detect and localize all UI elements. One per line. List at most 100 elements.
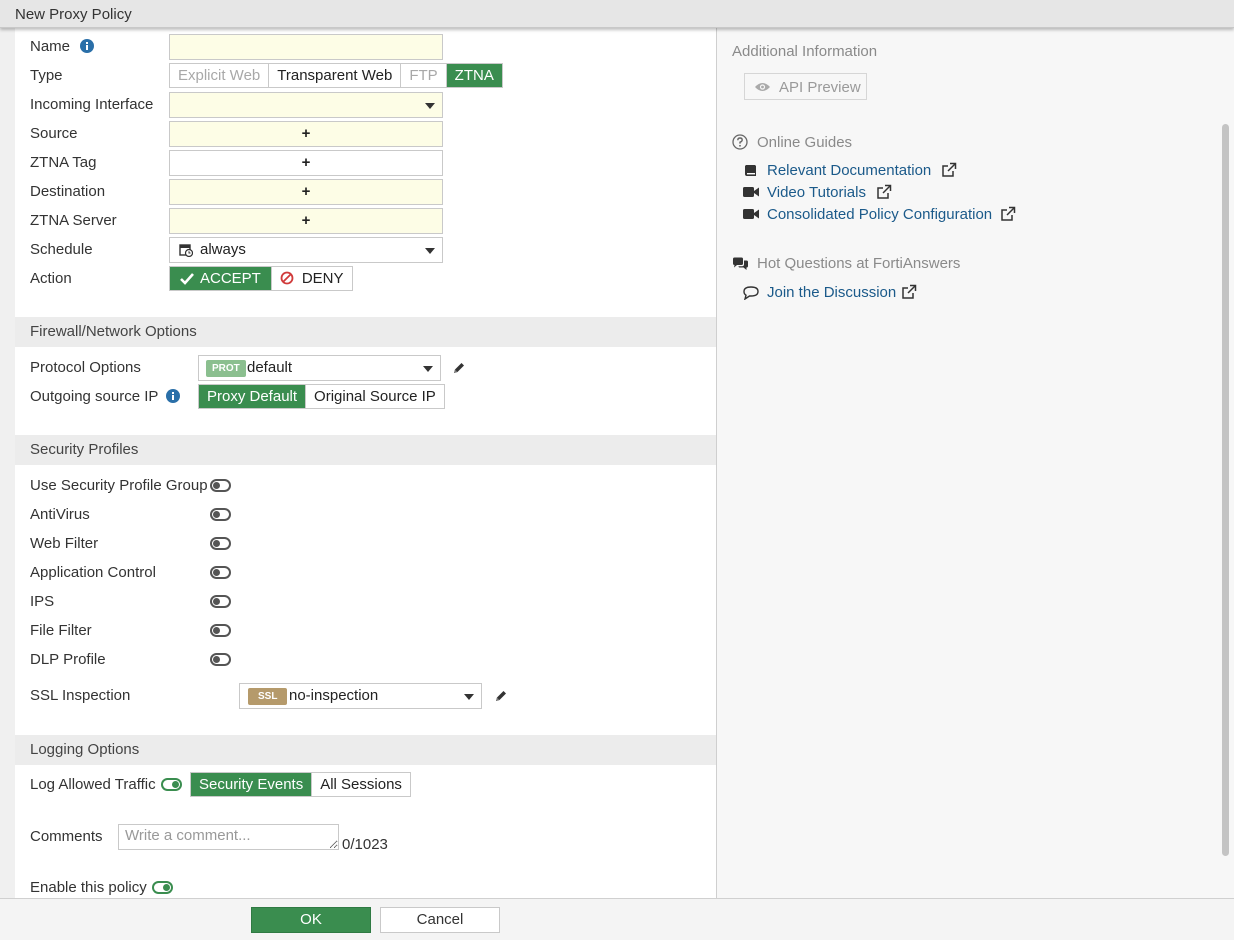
log-allowed-traffic-label: Log Allowed Traffic: [30, 776, 156, 793]
external-link-icon[interactable]: [901, 284, 917, 300]
ztna-tag-field[interactable]: +: [169, 150, 443, 176]
action-selector: ACCEPT DENY: [169, 266, 353, 291]
comments-label: Comments: [30, 828, 103, 845]
incoming-interface-label: Incoming Interface: [30, 96, 154, 113]
accept-label: ACCEPT: [200, 270, 261, 287]
edit-pencil-icon[interactable]: [452, 361, 466, 375]
logging-section-title: Logging Options: [30, 741, 140, 758]
chat-bubble-icon: [743, 286, 759, 300]
chevron-down-icon: [464, 694, 474, 700]
incoming-interface-dropdown[interactable]: [169, 92, 443, 118]
ssl-inspection-dropdown[interactable]: SSL no-inspection: [239, 683, 482, 709]
security-profile-group-toggle[interactable]: [210, 479, 231, 492]
type-option-transparent-web[interactable]: Transparent Web: [269, 64, 402, 87]
add-icon: +: [301, 154, 311, 171]
deny-label: DENY: [301, 270, 344, 287]
schedule-icon: [179, 244, 193, 257]
dialog-footer: OK Cancel: [0, 898, 1234, 940]
web-filter-toggle[interactable]: [210, 537, 231, 550]
log-allowed-traffic-toggle[interactable]: [161, 778, 182, 791]
source-field[interactable]: +: [169, 121, 443, 147]
comments-textarea[interactable]: [118, 824, 339, 850]
security-section-title: Security Profiles: [30, 441, 139, 458]
type-option-ztna[interactable]: ZTNA: [446, 64, 502, 87]
consolidated-policy-link[interactable]: Consolidated Policy Configuration: [767, 206, 992, 223]
type-selector: Explicit Web Transparent Web FTP ZTNA: [169, 63, 503, 88]
action-label: Action: [30, 270, 72, 287]
comments-icon: [733, 257, 748, 270]
question-circle-icon: [732, 134, 748, 150]
type-label: Type: [30, 67, 63, 84]
chevron-down-icon: [423, 366, 433, 372]
enable-policy-label: Enable this policy: [30, 879, 147, 896]
schedule-value: always: [200, 241, 246, 258]
deny-button[interactable]: DENY: [272, 267, 352, 290]
book-icon: [745, 165, 756, 176]
ztna-server-field[interactable]: +: [169, 208, 443, 234]
accept-button[interactable]: ACCEPT: [170, 267, 272, 290]
outgoing-source-ip-label: Outgoing source IP: [30, 388, 159, 405]
relevant-documentation-link[interactable]: Relevant Documentation: [767, 162, 931, 179]
file-filter-toggle[interactable]: [210, 624, 231, 637]
antivirus-label: AntiVirus: [30, 506, 90, 523]
protocol-options-dropdown[interactable]: PROT default: [198, 355, 441, 381]
security-profile-group-label: Use Security Profile Group: [30, 477, 208, 494]
protocol-options-value: default: [247, 359, 293, 376]
security-section-header: Security Profiles: [15, 435, 716, 465]
type-option-ftp[interactable]: FTP: [401, 64, 447, 87]
enable-policy-toggle[interactable]: [152, 881, 173, 894]
all-sessions-option[interactable]: All Sessions: [312, 773, 410, 796]
dlp-profile-toggle[interactable]: [210, 653, 231, 666]
additional-info-heading: Additional Information: [732, 43, 878, 60]
ips-label: IPS: [30, 593, 55, 610]
policy-form-pane: Name Type Explicit Web Transparent Web F…: [15, 28, 717, 898]
comments-char-count: 0/1023: [342, 836, 388, 853]
ips-toggle[interactable]: [210, 595, 231, 608]
chevron-down-icon: [425, 248, 435, 254]
online-guides-heading: Online Guides: [757, 134, 853, 151]
prot-badge: PROT: [206, 360, 246, 377]
info-icon[interactable]: [80, 39, 94, 53]
schedule-dropdown[interactable]: always: [169, 237, 443, 263]
info-sidebar: Additional Information API Preview Onlin…: [717, 28, 1234, 898]
web-filter-label: Web Filter: [30, 535, 99, 552]
ztna-tag-label: ZTNA Tag: [30, 154, 97, 171]
edit-pencil-icon[interactable]: [494, 689, 508, 703]
deny-icon: [280, 271, 294, 285]
original-source-ip-option[interactable]: Original Source IP: [306, 385, 444, 408]
info-icon[interactable]: [166, 389, 180, 403]
application-control-label: Application Control: [30, 564, 156, 581]
external-link-icon[interactable]: [876, 184, 892, 200]
checkmark-icon: [180, 273, 194, 285]
name-input[interactable]: [169, 34, 443, 60]
antivirus-toggle[interactable]: [210, 508, 231, 521]
ok-button[interactable]: OK: [251, 907, 371, 933]
external-link-icon[interactable]: [941, 162, 957, 178]
name-label: Name: [30, 38, 71, 55]
type-option-explicit-web[interactable]: Explicit Web: [170, 64, 270, 87]
scrollbar[interactable]: [1222, 124, 1229, 856]
security-events-option[interactable]: Security Events: [191, 773, 313, 796]
cancel-button[interactable]: Cancel: [380, 907, 500, 933]
dlp-profile-label: DLP Profile: [30, 651, 106, 668]
schedule-label: Schedule: [30, 241, 93, 258]
video-tutorials-link[interactable]: Video Tutorials: [767, 184, 866, 201]
protocol-options-label: Protocol Options: [30, 359, 141, 376]
firewall-section-title: Firewall/Network Options: [30, 323, 197, 340]
application-control-toggle[interactable]: [210, 566, 231, 579]
destination-field[interactable]: +: [169, 179, 443, 205]
firewall-section-header: Firewall/Network Options: [15, 317, 716, 347]
add-icon: +: [301, 183, 311, 200]
add-icon: +: [301, 125, 311, 142]
proxy-default-option[interactable]: Proxy Default: [199, 385, 307, 408]
api-preview-button[interactable]: API Preview: [744, 73, 867, 100]
join-discussion-link[interactable]: Join the Discussion: [767, 284, 896, 301]
hot-questions-heading: Hot Questions at FortiAnswers: [757, 255, 961, 272]
api-preview-label: API Preview: [779, 79, 861, 96]
destination-label: Destination: [30, 183, 106, 200]
chevron-down-icon: [425, 103, 435, 109]
log-mode-selector: Security Events All Sessions: [190, 772, 411, 797]
dialog-titlebar: New Proxy Policy: [0, 0, 1234, 28]
file-filter-label: File Filter: [30, 622, 92, 639]
external-link-icon[interactable]: [1000, 206, 1016, 222]
